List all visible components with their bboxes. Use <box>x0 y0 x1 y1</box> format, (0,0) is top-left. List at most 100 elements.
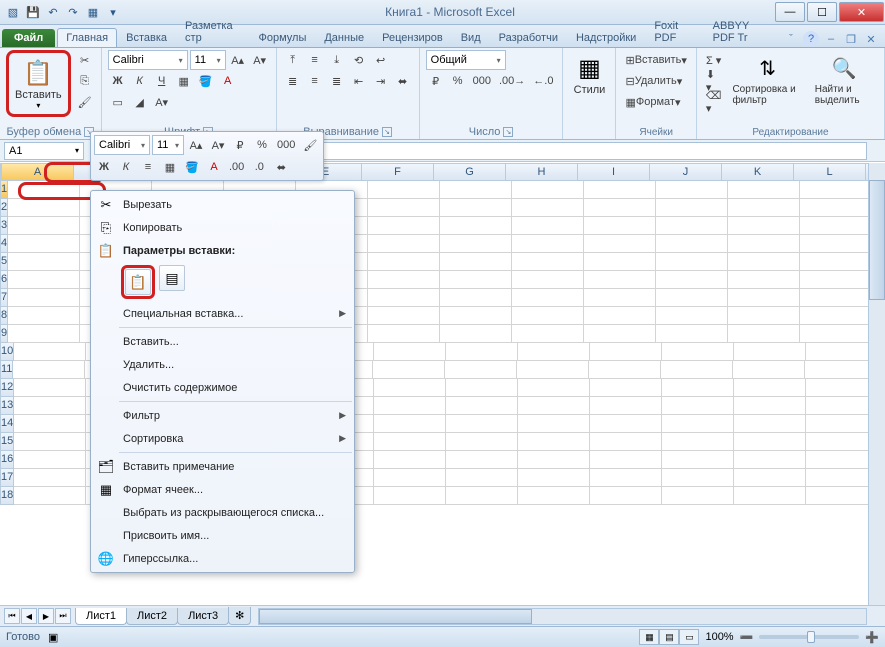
row-header[interactable]: 18 <box>0 487 14 505</box>
cell[interactable] <box>14 415 86 433</box>
cell[interactable] <box>656 199 728 217</box>
cell[interactable] <box>440 325 512 343</box>
clear-icon[interactable]: ⌫ ▾ <box>703 92 725 112</box>
cell[interactable] <box>590 415 662 433</box>
italic-button[interactable]: К <box>130 71 150 91</box>
font-combo[interactable]: Calibri▾ <box>108 50 188 70</box>
doc-restore-icon[interactable]: ❐ <box>843 31 859 47</box>
col-header[interactable]: F <box>362 163 434 181</box>
cell[interactable] <box>728 235 800 253</box>
cell[interactable] <box>368 307 440 325</box>
cell[interactable] <box>374 343 446 361</box>
sort-filter-button[interactable]: ⇅ Сортировка и фильтр <box>728 50 806 108</box>
mini-currency-icon[interactable]: ₽ <box>230 135 250 155</box>
cell[interactable] <box>512 307 584 325</box>
cell[interactable] <box>8 271 80 289</box>
row-header[interactable]: 7 <box>0 289 8 307</box>
sheet-nav-last[interactable]: ⏭ <box>55 608 71 624</box>
indent-dec-icon[interactable]: ⇤ <box>349 71 369 91</box>
number-format-combo[interactable]: Общий▾ <box>426 50 506 70</box>
align-left-icon[interactable]: ≣ <box>283 71 303 91</box>
sheet-tab-1[interactable]: Лист1 <box>75 608 127 625</box>
cell[interactable] <box>734 487 806 505</box>
cell[interactable] <box>445 361 517 379</box>
cell[interactable] <box>800 307 872 325</box>
cell[interactable] <box>728 307 800 325</box>
cell[interactable] <box>734 343 806 361</box>
cell[interactable] <box>656 325 728 343</box>
col-header[interactable]: L <box>794 163 866 181</box>
cell[interactable] <box>440 307 512 325</box>
cell[interactable] <box>446 451 518 469</box>
cell[interactable] <box>656 289 728 307</box>
cell[interactable] <box>734 433 806 451</box>
cell[interactable] <box>661 361 733 379</box>
row-header[interactable]: 16 <box>0 451 14 469</box>
ctx-hyperlink[interactable]: 🌐Гиперссылка... <box>91 547 354 570</box>
col-header[interactable]: H <box>506 163 578 181</box>
cell[interactable] <box>584 271 656 289</box>
paste-option-all[interactable]: 📋 <box>125 269 151 295</box>
col-header[interactable]: J <box>650 163 722 181</box>
ctx-dropdown-list[interactable]: Выбрать из раскрывающегося списка... <box>91 501 354 524</box>
row-header[interactable]: 12 <box>0 379 14 397</box>
cell[interactable] <box>728 289 800 307</box>
cell[interactable] <box>590 379 662 397</box>
font-size-combo[interactable]: 11▾ <box>190 50 226 70</box>
percent-icon[interactable]: % <box>448 71 468 91</box>
mini-dec-decimal-icon[interactable]: .0 <box>249 157 269 177</box>
cell[interactable] <box>662 415 734 433</box>
sheet-nav-prev[interactable]: ◀ <box>21 608 37 624</box>
number-launcher[interactable]: ↘ <box>503 127 513 137</box>
row-header[interactable]: 9 <box>0 325 8 343</box>
cell[interactable] <box>662 379 734 397</box>
align-middle-icon[interactable]: ≡ <box>305 50 325 70</box>
cell[interactable] <box>368 253 440 271</box>
wrap-text-icon[interactable]: ↩ <box>371 50 391 70</box>
cell[interactable] <box>518 487 590 505</box>
cell[interactable] <box>656 217 728 235</box>
qat-dropdown-icon[interactable]: ▾ <box>104 3 122 21</box>
mini-format-painter-icon[interactable]: 🖌 <box>300 135 320 155</box>
ctx-paste-special[interactable]: Специальная вставка...▶ <box>91 302 354 325</box>
mini-grow-font-icon[interactable]: A▴ <box>186 135 206 155</box>
cell[interactable] <box>8 307 80 325</box>
cell[interactable] <box>440 289 512 307</box>
undo-icon[interactable]: ↶ <box>44 3 62 21</box>
cell[interactable] <box>446 433 518 451</box>
cell[interactable] <box>662 487 734 505</box>
cell[interactable] <box>662 397 734 415</box>
cut-icon[interactable]: ✂ <box>75 50 95 70</box>
cell[interactable] <box>518 379 590 397</box>
cell[interactable] <box>512 217 584 235</box>
row-header[interactable]: 8 <box>0 307 8 325</box>
mini-align-center-icon[interactable]: ≡ <box>138 157 158 177</box>
cell[interactable] <box>590 343 662 361</box>
mini-font-color-icon[interactable]: A <box>204 157 224 177</box>
tab-formulas[interactable]: Формулы <box>249 28 315 47</box>
find-select-button[interactable]: 🔍 Найти и выделить <box>811 50 878 108</box>
cell[interactable] <box>374 415 446 433</box>
tab-data[interactable]: Данные <box>315 28 373 47</box>
autosum-icon[interactable]: Σ ▾ <box>703 50 725 70</box>
mini-font-combo[interactable]: Calibri▾ <box>94 135 150 155</box>
row-header[interactable]: 15 <box>0 433 14 451</box>
cell[interactable] <box>440 253 512 271</box>
mini-comma-icon[interactable]: 000 <box>274 135 298 155</box>
cell[interactable] <box>662 469 734 487</box>
row-header[interactable]: 1 <box>0 181 8 199</box>
cell[interactable] <box>590 433 662 451</box>
ctx-sort[interactable]: Сортировка▶ <box>91 427 354 450</box>
mini-percent-icon[interactable]: % <box>252 135 272 155</box>
fill-icon[interactable]: ⬇ ▾ <box>703 71 725 91</box>
cell[interactable] <box>800 235 872 253</box>
cell[interactable] <box>446 343 518 361</box>
doc-minimize-icon[interactable]: – <box>823 31 839 47</box>
cell[interactable] <box>518 415 590 433</box>
cell[interactable] <box>14 397 86 415</box>
doc-close-icon[interactable]: ✕ <box>863 31 879 47</box>
paste-button[interactable]: 📋 Вставить ▾ <box>11 55 66 112</box>
format-cells-button[interactable]: ▦ Формат ▾ <box>622 92 683 112</box>
mini-fill-color-icon[interactable]: 🪣 <box>182 157 202 177</box>
view-normal-icon[interactable]: ▦ <box>639 629 659 645</box>
